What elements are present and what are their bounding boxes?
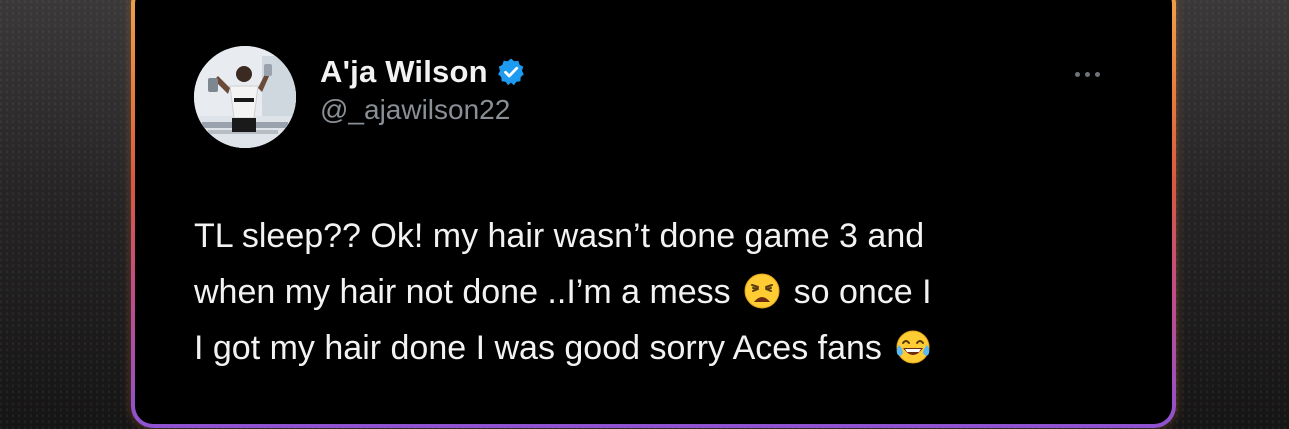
more-options-button[interactable] — [1067, 64, 1107, 84]
tweet-text-line: when my hair not done ..I’m a mess so on… — [194, 264, 1134, 320]
tweet-card-border: A'ja Wilson @_ajawilson22 TL sleep?? Ok!… — [131, 0, 1176, 428]
tweet-card[interactable]: A'ja Wilson @_ajawilson22 TL sleep?? Ok!… — [135, 0, 1172, 424]
handle[interactable]: @_ajawilson22 — [320, 94, 510, 126]
display-name[interactable]: A'ja Wilson — [320, 54, 488, 90]
tweet-text-segment: when my hair not done ..I’m a mess — [194, 273, 731, 311]
avatar-photo-icon — [194, 46, 296, 148]
verified-badge-icon — [497, 58, 524, 86]
tweet-text-segment: I got my hair done I was good sorry Aces… — [194, 329, 882, 367]
more-options-icon — [1094, 71, 1100, 77]
weary-face-emoji — [744, 273, 780, 309]
tweet-text-segment: TL sleep?? Ok! my hair wasn’t done game … — [194, 217, 925, 255]
tears-of-joy-emoji — [896, 330, 930, 364]
author-row: A'ja Wilson — [320, 54, 526, 90]
tweet-text-line: I got my hair done I was good sorry Aces… — [194, 320, 1134, 376]
tweet-text: TL sleep?? Ok! my hair wasn’t done game … — [194, 208, 1134, 376]
avatar[interactable] — [194, 46, 296, 148]
tweet-text-segment: so once I — [793, 273, 932, 311]
more-options-icon — [1084, 71, 1090, 77]
more-options-icon — [1074, 71, 1080, 77]
tweet-text-line: TL sleep?? Ok! my hair wasn’t done game … — [194, 208, 1134, 264]
